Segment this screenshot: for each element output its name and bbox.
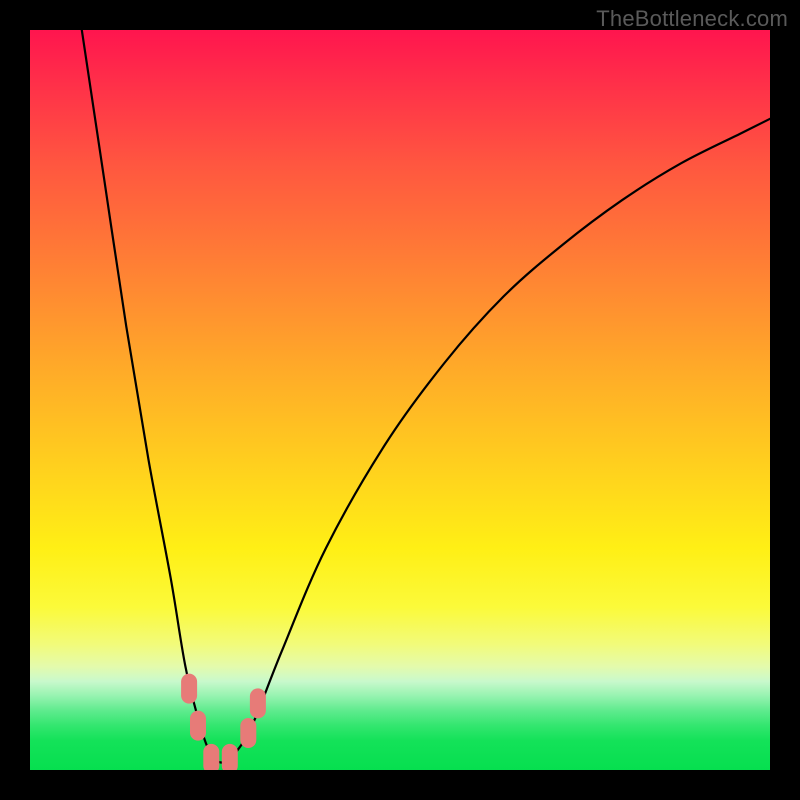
chart-frame: TheBottleneck.com bbox=[0, 0, 800, 800]
curve-svg bbox=[30, 30, 770, 770]
marker-left-2 bbox=[190, 711, 206, 741]
marker-left-1 bbox=[181, 674, 197, 704]
marker-trough-1 bbox=[203, 744, 219, 770]
marker-trough-2 bbox=[222, 744, 238, 770]
marker-group bbox=[181, 674, 266, 770]
bottleneck-curve bbox=[82, 30, 770, 763]
marker-right-1 bbox=[240, 718, 256, 748]
plot-area bbox=[30, 30, 770, 770]
watermark-text: TheBottleneck.com bbox=[596, 6, 788, 32]
marker-right-2 bbox=[250, 688, 266, 718]
